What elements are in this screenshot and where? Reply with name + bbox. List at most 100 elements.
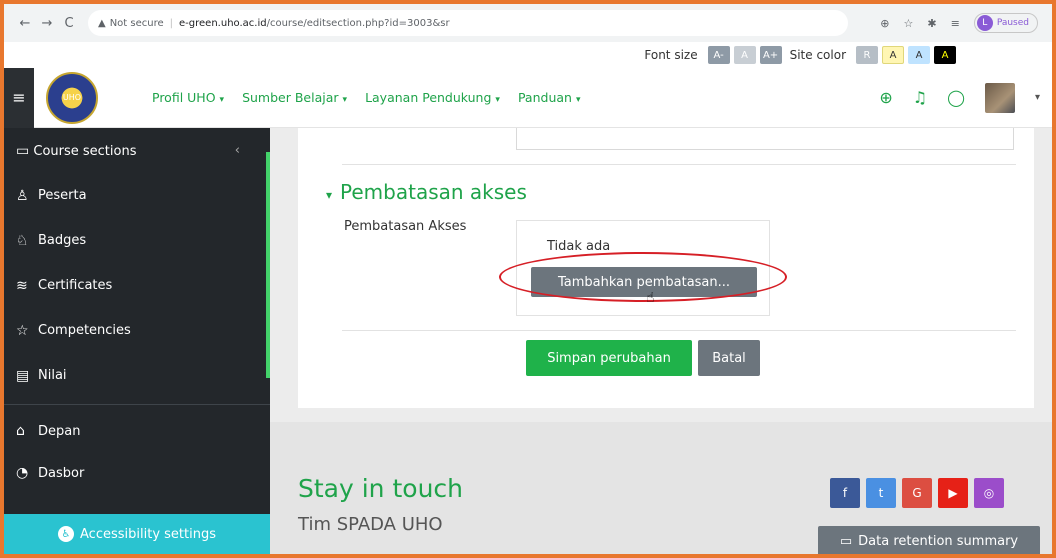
color-black-button[interactable]: A	[934, 46, 956, 64]
reload-icon[interactable]: C	[58, 16, 80, 31]
sidebar-item-label: Dasbor	[38, 465, 85, 481]
paused-label: Paused	[996, 18, 1029, 28]
accessibility-bar: Font size A- A A+ Site color R A A A	[4, 42, 1052, 68]
collapse-caret-icon: ▾	[326, 188, 333, 202]
sidebar-item-label: Competencies	[38, 323, 131, 338]
data-retention-label: Data retention summary	[858, 533, 1019, 549]
social-links: f t G ▶ ◎	[830, 478, 1004, 508]
url-path: /course/editsection.php?id=3003&sr	[266, 17, 450, 29]
sidebar-item-badges[interactable]: ♘ Badges	[4, 218, 270, 263]
save-changes-button[interactable]: Simpan perubahan	[526, 340, 692, 376]
sidebar-item-peserta[interactable]: ♙ Peserta	[4, 173, 270, 218]
sidebar-item-label: Course sections	[33, 143, 137, 159]
sidebar-item-certificates[interactable]: ≋ Certificates	[4, 263, 270, 308]
media-icon[interactable]: ≡	[951, 17, 960, 30]
language-globe-icon[interactable]: ⊕	[879, 88, 892, 107]
zoom-icon[interactable]: ⊕	[880, 17, 889, 30]
hand-cursor-icon: ☝	[646, 290, 655, 306]
cancel-button[interactable]: Batal	[698, 340, 760, 376]
no-restriction-text: Tidak ada	[547, 239, 611, 254]
font-size-label: Font size	[644, 48, 698, 62]
chevron-down-icon: ▾	[219, 95, 225, 105]
accessibility-settings-label: Accessibility settings	[80, 526, 216, 542]
collapse-chevron-icon[interactable]: ‹	[235, 143, 240, 158]
profile-paused-button[interactable]: L Paused	[973, 13, 1038, 33]
sidebar-item-nilai[interactable]: ▤ Nilai	[4, 353, 270, 398]
menu-label: Profil UHO	[152, 90, 216, 105]
warning-icon: ▲	[98, 17, 106, 29]
user-menu-caret-icon[interactable]: ▾	[1035, 92, 1040, 103]
highlight-annotation	[499, 252, 787, 302]
menu-label: Layanan Pendukung	[365, 90, 492, 105]
users-icon: ♙	[16, 187, 29, 204]
profile-avatar: L	[976, 15, 993, 31]
font-reset-button[interactable]: A	[733, 46, 756, 64]
description-textarea[interactable]	[516, 128, 1014, 150]
instagram-icon[interactable]: ◎	[974, 478, 1004, 508]
facebook-icon[interactable]: f	[830, 478, 860, 508]
sidebar-item-label: Certificates	[38, 278, 113, 293]
menu-panduan[interactable]: Panduan ▾	[518, 90, 581, 105]
address-bar[interactable]: ▲ Not secure | e-green.uho.ac.id /course…	[88, 10, 848, 36]
chevron-down-icon: ▾	[575, 95, 581, 105]
sidebar-item-depan[interactable]: ⌂ Depan	[4, 411, 270, 451]
page-footer: Stay in touch Tim SPADA UHO f t G ▶ ◎ ▭ …	[270, 422, 1052, 554]
user-avatar[interactable]	[984, 82, 1015, 113]
bookmark-star-icon[interactable]: ☆	[904, 17, 914, 30]
messages-icon[interactable]: ◯	[947, 88, 965, 107]
accessibility-settings-button[interactable]: ♿ Accessibility settings	[4, 514, 270, 554]
data-retention-button[interactable]: ▭ Data retention summary	[818, 526, 1040, 554]
notification-bell-icon[interactable]: ♫	[913, 88, 927, 107]
menu-profil-uho[interactable]: Profil UHO ▾	[152, 90, 224, 105]
sidebar-item-label: Peserta	[38, 188, 87, 203]
color-blue-button[interactable]: A	[908, 46, 930, 64]
main-content: ▾ Pembatasan akses Pembatasan Akses Tidak…	[270, 128, 1052, 554]
badge-icon: ♘	[16, 232, 29, 249]
url-host: e-green.uho.ac.id	[179, 17, 267, 29]
menu-sumber-belajar[interactable]: Sumber Belajar ▾	[242, 90, 347, 105]
font-increase-button[interactable]: A+	[759, 46, 782, 64]
twitter-icon[interactable]: t	[866, 478, 896, 508]
folder-icon: ▭	[16, 142, 30, 159]
main-menu: Profil UHO ▾ Sumber Belajar ▾ Layanan Pend…	[152, 90, 580, 105]
font-decrease-button[interactable]: A-	[707, 46, 730, 64]
sidebar-divider	[4, 404, 270, 405]
color-yellow-button[interactable]: A	[882, 46, 904, 64]
screenshot-frame: ← → C ▲ Not secure | e-green.uho.ac.id /…	[4, 4, 1052, 554]
menu-label: Panduan	[517, 90, 572, 105]
sidebar-item-label: Badges	[38, 233, 87, 248]
youtube-icon[interactable]: ▶	[938, 478, 968, 508]
sidebar-item-course-sections[interactable]: ▭ Course sections ‹	[4, 128, 270, 173]
extensions-icon[interactable]: ✱	[927, 17, 936, 30]
back-icon[interactable]: ←	[14, 16, 36, 31]
certificate-icon: ≋	[16, 277, 28, 294]
forward-icon[interactable]: →	[36, 16, 58, 31]
accessibility-icon: ♿	[58, 526, 75, 542]
team-name: Tim SPADA UHO	[298, 514, 443, 535]
browser-toolbar: ← → C ▲ Not secure | e-green.uho.ac.id /…	[4, 4, 1052, 42]
sidebar-item-dasbor[interactable]: ◔ Dasbor	[4, 451, 270, 495]
sidebar-item-competencies[interactable]: ☆ Competencies	[4, 308, 270, 353]
stay-in-touch-heading: Stay in touch	[298, 474, 464, 503]
dashboard-icon: ◔	[16, 465, 29, 481]
menu-label: Sumber Belajar	[242, 90, 339, 105]
field-label: Pembatasan Akses	[344, 219, 467, 234]
hamburger-menu-icon[interactable]: ≡	[4, 67, 34, 128]
menu-layanan-pendukung[interactable]: Layanan Pendukung ▾	[365, 90, 500, 105]
site-color-label: Site color	[789, 48, 846, 62]
chevron-down-icon: ▾	[342, 95, 348, 105]
edit-section-card: ▾ Pembatasan akses Pembatasan Akses Tidak…	[298, 128, 1034, 408]
browser-actions: ⊕ ☆ ✱ ≡ L Paused	[848, 13, 1042, 33]
star-icon: ☆	[16, 322, 29, 339]
university-logo[interactable]: UHO	[46, 71, 98, 124]
color-reset-button[interactable]: R	[856, 46, 878, 64]
top-navbar: ≡ UHO Profil UHO ▾ Sumber Belajar ▾ Layana…	[4, 67, 1052, 128]
section-title-text: Pembatasan akses	[340, 180, 527, 204]
security-label: Not secure	[109, 17, 164, 29]
section-heading[interactable]: ▾ Pembatasan akses	[326, 180, 527, 204]
google-icon[interactable]: G	[902, 478, 932, 508]
sidebar-item-label: Depan	[38, 423, 81, 439]
sidebar-item-label: Nilai	[38, 368, 67, 383]
logo-text: UHO	[62, 93, 82, 102]
navbar-icons: ⊕ ♫ ◯ ▾	[879, 82, 1052, 113]
